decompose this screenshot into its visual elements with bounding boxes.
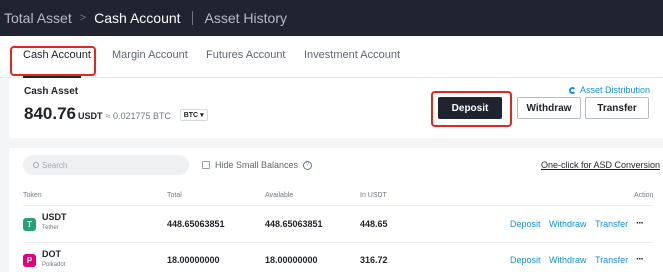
amount-btc-equivalent: ≈ 0.021775 BTC	[105, 111, 171, 121]
tab-investment-account[interactable]: Investment Account	[304, 49, 400, 61]
help-icon[interactable]: ?	[303, 160, 313, 170]
withdraw-button[interactable]: Withdraw	[517, 97, 581, 119]
cell-total: 448.65063851	[167, 219, 225, 229]
chevron-down-icon: ▾	[200, 111, 204, 119]
asset-distribution-label: Asset Distribution	[580, 85, 651, 95]
breadcrumb-asset-history[interactable]: Asset History	[205, 10, 287, 26]
header-token: Token	[23, 192, 42, 199]
token-symbol: USDT	[42, 212, 67, 222]
cash-asset-panel: Cash Asset 840.76 USDT ≈ 0.021775 BTC BTC …	[9, 78, 663, 138]
row-deposit-link[interactable]: Deposit	[510, 219, 541, 229]
breadcrumb: Total Asset > Cash Account Asset History	[0, 0, 663, 36]
balances-table: Search Hide Small Balances ? One-click f…	[9, 148, 663, 272]
account-tabs: Cash Account Margin Account Futures Acco…	[0, 36, 663, 78]
coin-select[interactable]: BTC ▾	[179, 108, 208, 121]
breadcrumb-chevron-icon: >	[79, 12, 87, 24]
highlight-box-deposit	[431, 91, 512, 127]
more-icon[interactable]: ···	[636, 218, 644, 229]
polkadot-icon: P	[23, 254, 36, 267]
header-in-usdt: In USDT	[360, 192, 387, 199]
amount-unit: USDT	[78, 111, 103, 121]
cash-asset-amount: 840.76 USDT ≈ 0.021775 BTC BTC ▾	[24, 104, 208, 124]
cell-available: 18.00000000	[265, 255, 318, 265]
token-name: Tether	[42, 225, 59, 231]
hide-small-label: Hide Small Balances	[215, 160, 299, 170]
asset-distribution-link[interactable]: Asset Distribution	[569, 85, 650, 95]
search-input[interactable]: Search	[23, 155, 189, 175]
cell-in-usdt: 448.65	[360, 219, 388, 229]
header-action: Action	[634, 192, 654, 199]
more-icon[interactable]: ···	[636, 254, 644, 265]
highlight-box-tab	[10, 46, 96, 76]
hide-small-balances[interactable]: Hide Small Balances ?	[202, 160, 313, 170]
row-withdraw-link[interactable]: Withdraw	[549, 255, 587, 265]
hide-small-checkbox[interactable]	[202, 161, 210, 169]
coin-select-value: BTC	[183, 111, 199, 119]
transfer-button[interactable]: Transfer	[585, 97, 649, 119]
header-total: Total	[167, 192, 182, 199]
search-icon	[33, 162, 39, 168]
cell-available: 448.65063851	[265, 219, 323, 229]
tab-futures-account[interactable]: Futures Account	[206, 49, 286, 61]
pie-chart-icon	[569, 87, 576, 94]
row-transfer-link[interactable]: Transfer	[595, 255, 628, 265]
tab-margin-account[interactable]: Margin Account	[112, 49, 188, 61]
search-placeholder: Search	[42, 160, 68, 170]
row-divider	[23, 242, 653, 243]
breadcrumb-divider	[191, 11, 193, 25]
row-withdraw-link[interactable]: Withdraw	[549, 219, 587, 229]
cell-in-usdt: 316.72	[360, 255, 388, 265]
asd-conversion-link[interactable]: One-click for ASD Conversion	[541, 160, 660, 170]
row-transfer-link[interactable]: Transfer	[595, 219, 628, 229]
breadcrumb-total-asset[interactable]: Total Asset	[4, 10, 72, 26]
breadcrumb-cash-account: Cash Account	[94, 10, 181, 26]
tether-icon: T	[23, 218, 36, 231]
cell-total: 18.00000000	[167, 255, 220, 265]
token-name: Polkadot	[42, 262, 66, 268]
cash-asset-title: Cash Asset	[24, 86, 79, 97]
row-divider	[23, 205, 653, 206]
header-available: Available	[265, 192, 294, 199]
row-deposit-link[interactable]: Deposit	[510, 255, 541, 265]
token-symbol: DOT	[42, 249, 61, 259]
amount-value: 840.76	[24, 104, 76, 123]
